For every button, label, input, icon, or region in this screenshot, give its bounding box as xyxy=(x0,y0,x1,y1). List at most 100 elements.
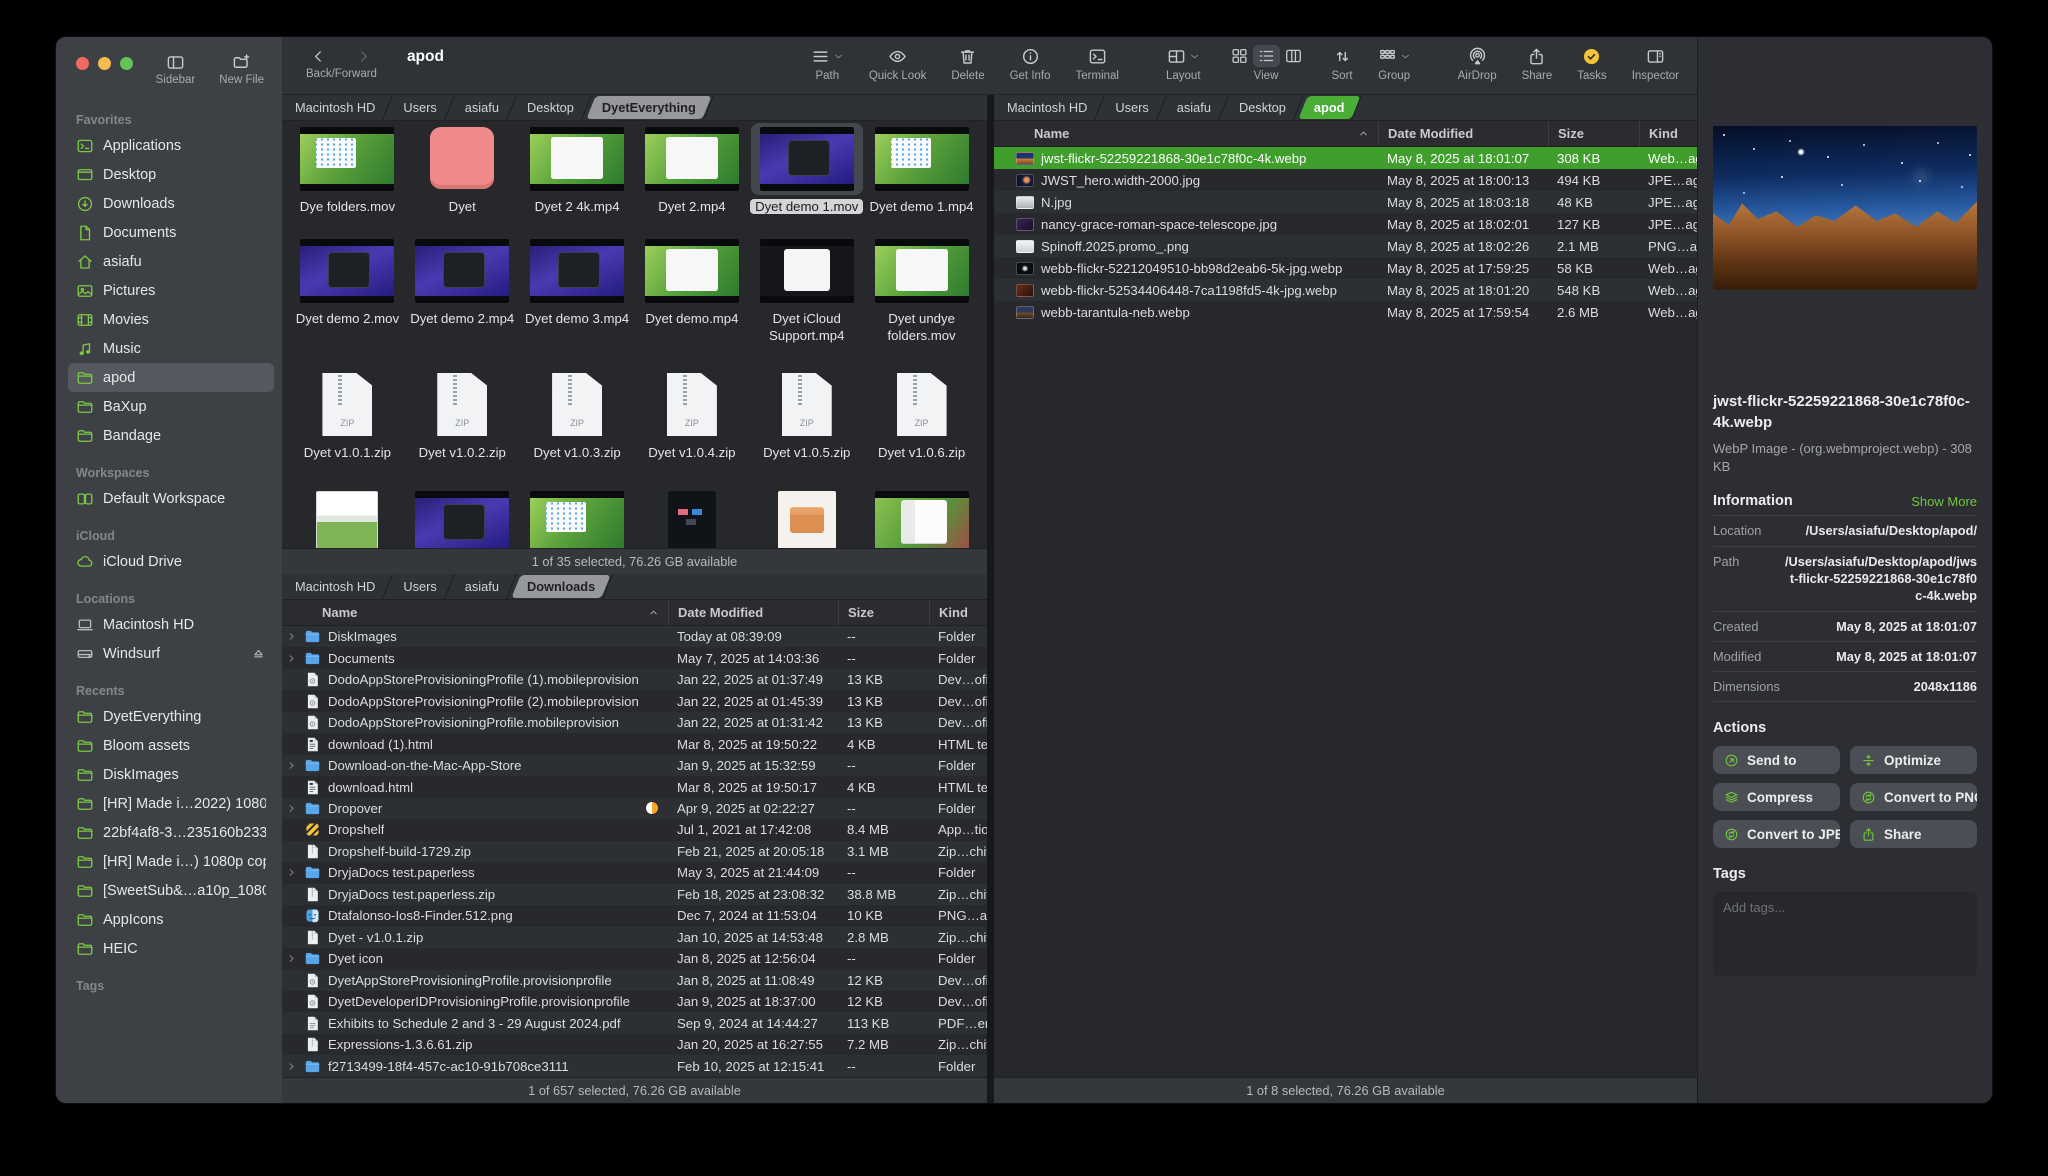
sidebar-item-apod[interactable]: apod xyxy=(68,363,274,392)
grid-item-dyet-v1-0-5-zip[interactable]: ZIPDyet v1.0.5.zip xyxy=(751,369,863,487)
sidebar-item-icloud-drive[interactable]: iCloud Drive xyxy=(68,547,274,576)
file-row-dodoappstoreprovisioningprofile-1-mobile[interactable]: DodoAppStoreProvisioningProfile (1).mobi… xyxy=(282,669,987,690)
tags-input[interactable]: Add tags... xyxy=(1713,892,1977,976)
toolbar-view-button[interactable]: View xyxy=(1226,45,1307,82)
column-header-kind[interactable]: Kind xyxy=(929,600,987,625)
zoom-window-button[interactable] xyxy=(120,57,133,70)
toolbar-airdrop-button[interactable]: AirDrop xyxy=(1458,45,1497,82)
new-file-button[interactable]: New File xyxy=(219,53,264,86)
crumb-users[interactable]: Users xyxy=(390,95,451,120)
crumb-downloads-active[interactable]: Downloads xyxy=(514,574,610,599)
file-row-webb-tarantula-neb-webp[interactable]: webb-tarantula-neb.webpMay 8, 2025 at 17… xyxy=(994,301,1697,323)
file-row-dyetappstoreprovisioningprofile-provisio[interactable]: DyetAppStoreProvisioningProfile.provisio… xyxy=(282,970,987,991)
sidebar-item-heic[interactable]: HEIC xyxy=(68,934,274,963)
preview-image[interactable] xyxy=(1713,126,1977,290)
file-row-exhibits-to-schedule-2-and-3-29-august-2[interactable]: Exhibits to Schedule 2 and 3 - 29 August… xyxy=(282,1012,987,1033)
file-row-dropshelf-build-1729-zip[interactable]: Dropshelf-build-1729.zipFeb 21, 2025 at … xyxy=(282,841,987,862)
grid-item-item[interactable] xyxy=(636,487,748,548)
grid-item-dyet-demo-3-mp4[interactable]: Dyet demo 3.mp4 xyxy=(521,235,633,369)
toolbar-layout-button[interactable]: Layout xyxy=(1166,45,1201,82)
sidebar-item-applications[interactable]: Applications xyxy=(68,131,274,160)
show-more-link[interactable]: Show More xyxy=(1911,494,1977,509)
crumb-macintosh-hd[interactable]: Macintosh HD xyxy=(994,95,1102,120)
column-header-date-modified[interactable]: Date Modified xyxy=(668,600,838,625)
sidebar-item-hr-made-i-2022-1080p[interactable]: [HR] Made i…2022) 1080p xyxy=(68,789,274,818)
crumb-desktop[interactable]: Desktop xyxy=(1226,95,1301,120)
file-row-download-1-html[interactable]: download (1).htmlMar 8, 2025 at 19:50:22… xyxy=(282,733,987,754)
grid-item-dyet[interactable]: Dyet xyxy=(406,123,518,235)
grid-item-item[interactable] xyxy=(406,487,518,548)
disclosure-chevron-icon[interactable] xyxy=(286,803,297,814)
grid-item-dyet-v1-0-2-zip[interactable]: ZIPDyet v1.0.2.zip xyxy=(406,369,518,487)
toolbar-inspector-button[interactable]: Inspector xyxy=(1632,45,1679,82)
crumb-dyeteverything-active[interactable]: DyetEverything xyxy=(589,95,711,120)
crumb-users[interactable]: Users xyxy=(1102,95,1163,120)
crumb-users[interactable]: Users xyxy=(390,574,451,599)
pane-divider[interactable] xyxy=(987,95,994,1103)
toolbar-get-info-button[interactable]: Get Info xyxy=(1010,45,1051,82)
file-row-dropshelf[interactable]: DropshelfJul 1, 2021 at 17:42:088.4 MBAp… xyxy=(282,819,987,840)
file-row-dyet-v1-0-1-zip[interactable]: Dyet - v1.0.1.zipJan 10, 2025 at 14:53:4… xyxy=(282,927,987,948)
sidebar-item-asiafu[interactable]: asiafu xyxy=(68,247,274,276)
forward-icon[interactable] xyxy=(355,48,372,65)
file-row-n-jpg[interactable]: N.jpgMay 8, 2025 at 18:03:1848 KBJPE…age xyxy=(994,191,1697,213)
grid-item-dyet-demo-mp4[interactable]: Dyet demo.mp4 xyxy=(636,235,748,369)
file-row-documents[interactable]: DocumentsMay 7, 2025 at 14:03:36--Folder xyxy=(282,647,987,668)
grid-item-dyet-demo-1-mov[interactable]: Dyet demo 1.mov xyxy=(751,123,863,235)
grid-item-item[interactable] xyxy=(521,487,633,548)
toolbar-delete-button[interactable]: Delete xyxy=(951,45,984,82)
column-header-size[interactable]: Size xyxy=(838,600,929,625)
file-row-f2713499-18f4-457c-ac10-91b708ce3111[interactable]: f2713499-18f4-457c-ac10-91b708ce3111Feb … xyxy=(282,1055,987,1076)
disclosure-chevron-icon[interactable] xyxy=(286,653,297,664)
send-to-button[interactable]: Send to xyxy=(1713,746,1840,774)
column-header-date-modified[interactable]: Date Modified xyxy=(1378,121,1548,146)
column-header-name[interactable]: Name xyxy=(994,126,1378,141)
sidebar-item-appicons[interactable]: AppIcons xyxy=(68,905,274,934)
grid-item-dyet-2-mp4[interactable]: Dyet 2.mp4 xyxy=(636,123,748,235)
file-row-webb-flickr-52534406448-7ca1198fd5-4k-jp[interactable]: webb-flickr-52534406448-7ca1198fd5-4k-jp… xyxy=(994,279,1697,301)
sidebar-item-diskimages[interactable]: DiskImages xyxy=(68,760,274,789)
grid-item-item[interactable] xyxy=(291,487,403,548)
file-row-dyetdeveloperidprovisioningprofile-provi[interactable]: DyetDeveloperIDProvisioningProfile.provi… xyxy=(282,991,987,1012)
column-header-size[interactable]: Size xyxy=(1548,121,1639,146)
crumb-asiafu[interactable]: asiafu xyxy=(1164,95,1226,120)
disclosure-chevron-icon[interactable] xyxy=(286,953,297,964)
sidebar-item-music[interactable]: Music xyxy=(68,334,274,363)
crumb-asiafu[interactable]: asiafu xyxy=(452,574,514,599)
file-row-jwst-hero-width-2000-jpg[interactable]: JWST_hero.width-2000.jpgMay 8, 2025 at 1… xyxy=(994,169,1697,191)
file-row-download-html[interactable]: download.htmlMar 8, 2025 at 19:50:174 KB… xyxy=(282,776,987,797)
minimize-window-button[interactable] xyxy=(98,57,111,70)
grid-item-dyet-v1-0-3-zip[interactable]: ZIPDyet v1.0.3.zip xyxy=(521,369,633,487)
sidebar-item-desktop[interactable]: Desktop xyxy=(68,160,274,189)
toolbar-path-button[interactable]: Path xyxy=(811,45,844,82)
grid4-view-icon[interactable] xyxy=(1226,45,1253,67)
file-row-download-on-the-mac-app-store[interactable]: Download-on-the-Mac-App-StoreJan 9, 2025… xyxy=(282,755,987,776)
sidebar-item-downloads[interactable]: Downloads xyxy=(68,189,274,218)
grid-item-dyet-demo-2-mov[interactable]: Dyet demo 2.mov xyxy=(291,235,403,369)
grid-item-dyet-v1-0-6-zip[interactable]: ZIPDyet v1.0.6.zip xyxy=(866,369,978,487)
grid-item-dyet-demo-1-mp4[interactable]: Dyet demo 1.mp4 xyxy=(866,123,978,235)
sidebar-item-movies[interactable]: Movies xyxy=(68,305,274,334)
grid-item-dyet-2-4k-mp4[interactable]: Dyet 2 4k.mp4 xyxy=(521,123,633,235)
sidebar-item-default-workspace[interactable]: Default Workspace xyxy=(68,484,274,513)
file-row-dtafalonso-ios8-finder-512-png[interactable]: Dtafalonso-Ios8-Finder.512.pngDec 7, 202… xyxy=(282,905,987,926)
grid-item-dyet-undye-folders-mov[interactable]: Dyet undye folders.mov xyxy=(866,235,978,369)
sidebar-item-pictures[interactable]: Pictures xyxy=(68,276,274,305)
disclosure-chevron-icon[interactable] xyxy=(286,1061,297,1072)
grid-item-dyet-demo-2-mp4[interactable]: Dyet demo 2.mp4 xyxy=(406,235,518,369)
file-row-dryjadocs-test-paperless-zip[interactable]: DryjaDocs test.paperless.zipFeb 18, 2025… xyxy=(282,884,987,905)
sidebar-item-macintosh-hd[interactable]: Macintosh HD xyxy=(68,610,274,639)
sidebar-item-documents[interactable]: Documents xyxy=(68,218,274,247)
list-view-icon[interactable] xyxy=(1253,45,1280,67)
grid-item-dyet-icloud-support-mp4[interactable]: Dyet iCloud Support.mp4 xyxy=(751,235,863,369)
grid-item-dyet-v1-0-1-zip[interactable]: ZIPDyet v1.0.1.zip xyxy=(291,369,403,487)
grid-item-dyet-v1-0-4-zip[interactable]: ZIPDyet v1.0.4.zip xyxy=(636,369,748,487)
disclosure-chevron-icon[interactable] xyxy=(286,760,297,771)
sidebar-item-baxup[interactable]: BaXup xyxy=(68,392,274,421)
disclosure-chevron-icon[interactable] xyxy=(286,631,297,642)
file-row-dyet-icon[interactable]: Dyet iconJan 8, 2025 at 12:56:04--Folder xyxy=(282,948,987,969)
crumb-macintosh-hd[interactable]: Macintosh HD xyxy=(282,574,390,599)
toolbar-sort-button[interactable]: Sort xyxy=(1332,45,1353,82)
crumb-desktop[interactable]: Desktop xyxy=(514,95,589,120)
grid-item-dye-folders-mov[interactable]: Dye folders.mov xyxy=(291,123,403,235)
